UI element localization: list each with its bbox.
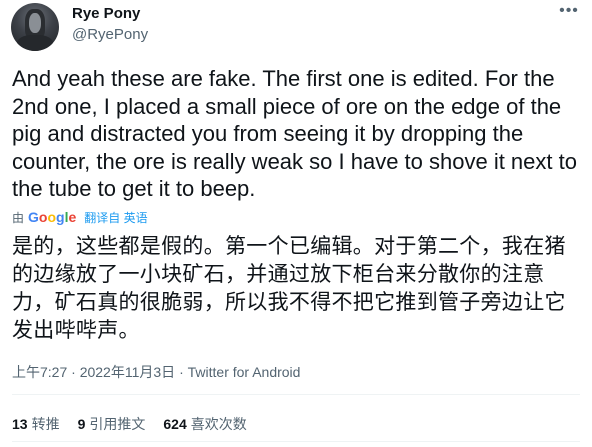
tweet-text: And yeah these are fake. The first one i… (12, 66, 577, 201)
tweet-source-app[interactable]: Twitter for Android (188, 364, 301, 380)
translated-by-label: 由 (12, 210, 25, 225)
divider (12, 441, 580, 442)
divider (12, 394, 580, 395)
tweet-meta: 上午7:27 · 2022年11月3日 · Twitter for Androi… (12, 362, 300, 382)
author-handle[interactable]: @RyePony (72, 26, 148, 43)
likes-label: 喜欢次数 (190, 416, 247, 432)
translate-link[interactable]: 翻译自 英语 (84, 209, 147, 226)
more-dots-icon[interactable]: ••• (558, 2, 580, 24)
quote-tweets-stat[interactable]: 9 引用推文 (78, 414, 146, 434)
avatar[interactable] (11, 3, 59, 51)
avatar-face (29, 13, 41, 33)
tweet-time[interactable]: 上午7:27 (12, 364, 67, 380)
avatar-body (17, 35, 53, 51)
google-logo: Google (28, 209, 77, 225)
meta-separator: · (179, 364, 184, 380)
tweet-date[interactable]: 2022年11月3日 (80, 364, 175, 380)
retweets-count: 13 (12, 416, 28, 432)
meta-separator: · (71, 364, 76, 380)
quote-tweets-count: 9 (77, 416, 86, 432)
likes-count: 624 (163, 416, 187, 432)
likes-stat[interactable]: 624 喜欢次数 (163, 414, 246, 434)
translated-text: 是的，这些都是假的。第一个已编辑。对于第二个，我在猪的边缘放了一小块矿石，并通过… (12, 234, 566, 342)
retweets-stat[interactable]: 13 转推 (12, 414, 60, 434)
quote-tweets-label: 引用推文 (89, 416, 146, 432)
translation-attribution: 由 Google 翻译自 英语 (12, 208, 148, 226)
engagement-stats: 13 转推 9 引用推文 624 喜欢次数 (12, 414, 265, 434)
retweets-label: 转推 (31, 416, 60, 432)
author-name[interactable]: Rye Pony (72, 5, 140, 22)
